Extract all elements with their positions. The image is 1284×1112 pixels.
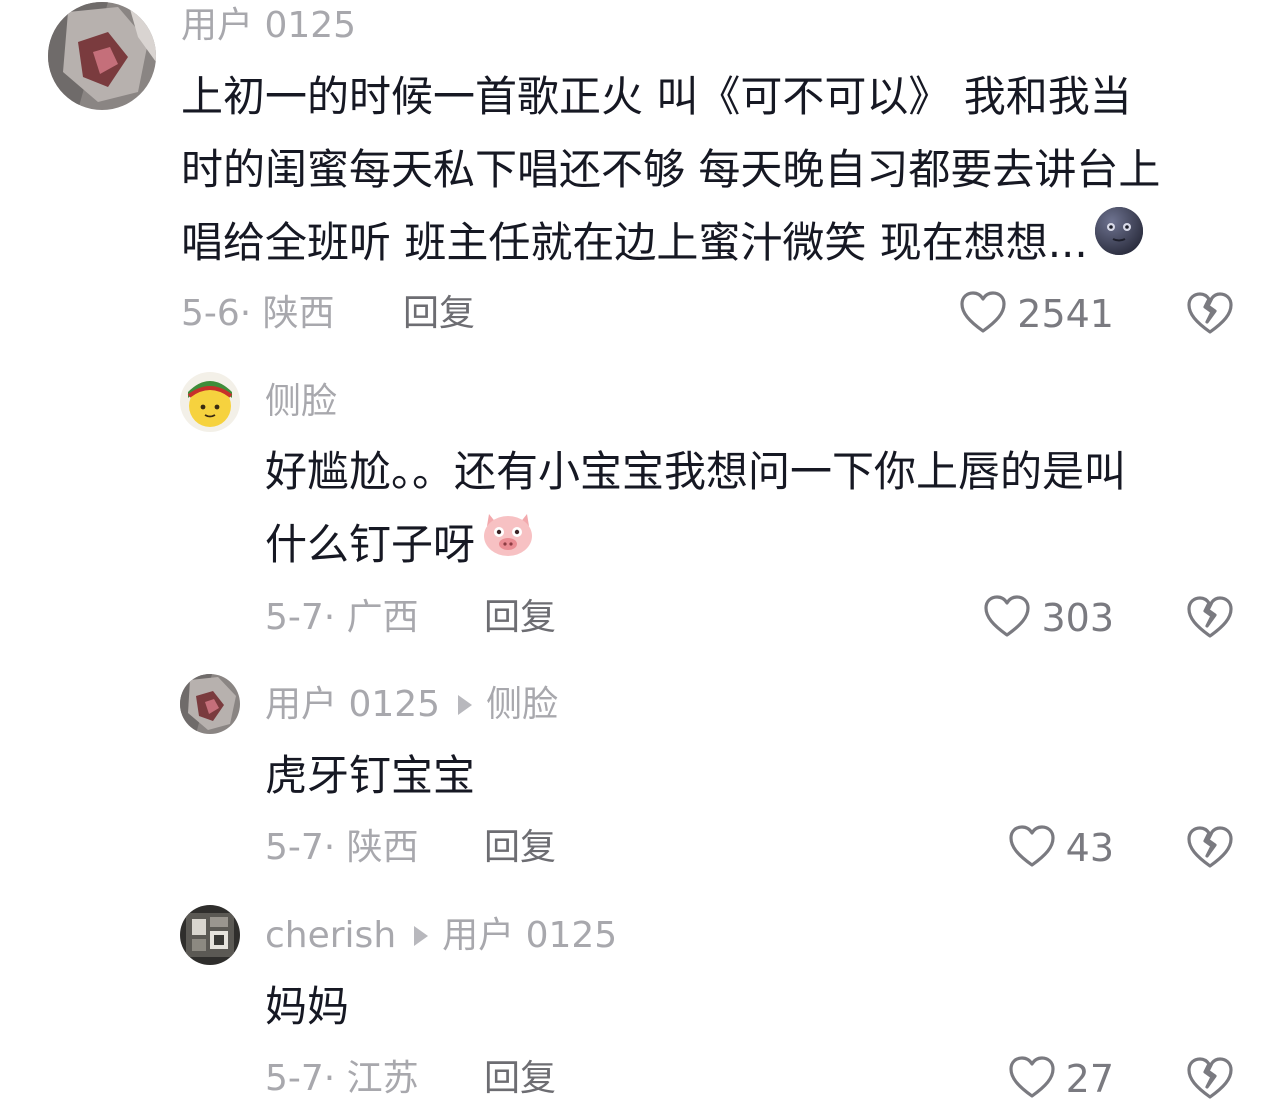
comment-text-line: 上初一的时候一首歌正火 叫《可不可以》 我和我当 [181,72,1132,121]
like-count: 2541 [1017,292,1114,336]
comment-text-line: 虎牙钉宝宝 [265,751,476,800]
like-button[interactable]: 2541 [959,289,1114,339]
comment-text: 上初一的时候一首歌正火 叫《可不可以》 我和我当 时的闺蜜每天私下唱还不够 每天… [181,60,1160,279]
moon-face-emoji [1094,205,1144,278]
comment-date-location: 5-7· 陕西 [265,827,419,868]
comment-text: 好尴尬。。还有小宝宝我想问一下你上唇的是叫 什么钉子呀 [265,435,1126,581]
comment-text-line: 妈妈 [265,982,350,1031]
triangle-right-icon [458,695,473,715]
avatar[interactable] [48,2,156,110]
like-button[interactable]: 27 [1008,1054,1114,1104]
comment-text: 妈妈 [265,970,349,1043]
broken-heart-icon[interactable] [1186,594,1234,642]
comment-date-location: 5-6· 陕西 [181,293,335,334]
heart-outline-icon [1008,824,1056,872]
broken-heart-icon[interactable] [1186,290,1234,338]
comment-username-line: 用户 0125 [181,4,356,48]
reply-button[interactable]: 回复 [484,1057,556,1101]
like-button[interactable]: 43 [1008,823,1114,873]
avatar[interactable] [180,372,240,432]
reply-to-username[interactable]: 侧脸 [486,683,558,727]
comment-text-line: 唱给全班听 班主任就在边上蜜汁微笑 现在想想... [181,206,1160,279]
comment-username-line: 侧脸 [265,380,337,424]
comment-date-location: 5-7· 江苏 [265,1058,419,1099]
comment-text-line: 什么钉子呀 [265,508,1126,581]
triangle-right-icon [414,926,429,946]
comment-username-line: 用户 0125 侧脸 [265,683,558,727]
comment-text-line: 好尴尬。。还有小宝宝我想问一下你上唇的是叫 [265,447,1127,496]
comment-text-line: 时的闺蜜每天私下唱还不够 每天晚自习都要去讲台上 [181,145,1161,194]
username[interactable]: 用户 0125 [265,683,440,727]
pig-face-emoji [481,507,535,580]
reply-button[interactable]: 回复 [484,596,556,640]
username[interactable]: cherish [265,914,396,958]
avatar[interactable] [180,674,240,734]
heart-outline-icon [959,290,1007,338]
heart-outline-icon [1008,1055,1056,1103]
comment-text-line-text: 唱给全班听 班主任就在边上蜜汁微笑 现在想想... [181,218,1088,267]
broken-heart-icon[interactable] [1186,824,1234,872]
like-count: 27 [1065,1057,1114,1101]
broken-heart-icon[interactable] [1186,1055,1234,1103]
comment-text-line-text: 什么钉子呀 [265,520,476,569]
username[interactable]: 侧脸 [265,380,337,424]
username[interactable]: 用户 0125 [181,4,356,48]
comment-username-line: cherish 用户 0125 [265,914,617,958]
heart-outline-icon [983,594,1031,642]
avatar[interactable] [180,905,240,965]
reply-button[interactable]: 回复 [403,292,475,336]
reply-button[interactable]: 回复 [484,826,556,870]
comment-text: 虎牙钉宝宝 [265,739,475,812]
like-count: 43 [1065,826,1114,870]
reply-to-username[interactable]: 用户 0125 [442,914,617,958]
like-count: 303 [1041,596,1114,640]
like-button[interactable]: 303 [983,593,1114,643]
comment-date-location: 5-7· 广西 [265,597,419,638]
